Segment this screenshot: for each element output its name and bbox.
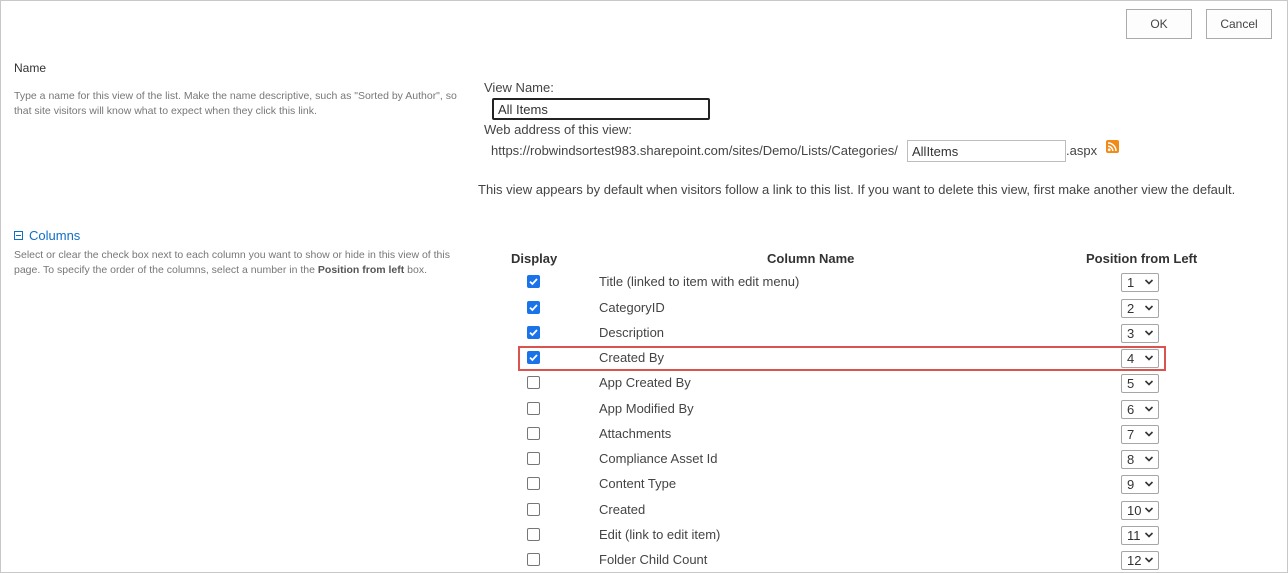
column-name: Attachments <box>599 426 672 441</box>
position-select-value: 3 <box>1127 326 1135 341</box>
position-select[interactable]: 9 <box>1121 475 1159 494</box>
position-select[interactable]: 1 <box>1121 273 1159 292</box>
display-checkbox[interactable] <box>527 503 540 516</box>
position-select[interactable]: 10 <box>1121 501 1159 520</box>
collapse-minus-icon[interactable] <box>14 231 23 240</box>
chevron-down-icon <box>1144 429 1154 439</box>
web-address-input[interactable]: AllItems <box>907 140 1066 162</box>
column-name: App Modified By <box>599 401 694 416</box>
display-checkbox[interactable] <box>527 553 540 566</box>
chevron-down-icon <box>1144 454 1154 464</box>
display-checkbox[interactable] <box>527 477 540 490</box>
header-position: Position from Left <box>1086 251 1198 266</box>
cancel-button[interactable]: Cancel <box>1206 9 1272 39</box>
display-checkbox[interactable] <box>527 275 540 288</box>
position-select-value: 10 <box>1127 503 1142 518</box>
position-select-value: 1 <box>1127 275 1135 290</box>
name-section-title: Name <box>14 61 47 75</box>
position-select-value: 11 <box>1127 528 1141 543</box>
web-address-input-value: AllItems <box>912 143 959 159</box>
name-section-description: Type a name for this view of the list. M… <box>14 90 457 117</box>
columns-section-description: Select or clear the check box next to ea… <box>14 248 459 278</box>
display-checkbox[interactable] <box>527 376 540 389</box>
column-name: Folder Child Count <box>599 552 708 567</box>
column-name: Created <box>599 502 646 517</box>
chevron-down-icon <box>1144 277 1154 287</box>
ok-button[interactable]: OK <box>1126 9 1192 39</box>
header-column-name: Column Name <box>767 251 855 266</box>
display-checkbox[interactable] <box>527 402 540 415</box>
highlight-box <box>518 346 1166 371</box>
column-name: Edit (link to edit item) <box>599 527 721 542</box>
chevron-down-icon <box>1144 404 1154 414</box>
columns-description-bold: Position from left <box>317 264 405 276</box>
position-select[interactable]: 2 <box>1121 299 1159 318</box>
position-select[interactable]: 5 <box>1121 374 1159 393</box>
column-name: Compliance Asset Id <box>599 451 718 466</box>
view-name-label: View Name: <box>484 80 554 95</box>
column-name: Title (linked to item with edit menu) <box>599 274 800 289</box>
chevron-down-icon <box>1144 479 1154 489</box>
column-name: Content Type <box>599 476 677 491</box>
display-checkbox[interactable] <box>527 326 540 339</box>
position-select[interactable]: 3 <box>1121 324 1159 343</box>
chevron-down-icon <box>1144 530 1154 540</box>
header-display: Display <box>511 251 558 266</box>
position-select-value: 12 <box>1127 553 1142 568</box>
position-select[interactable]: 7 <box>1121 425 1159 444</box>
position-select-value: 8 <box>1127 452 1135 467</box>
display-checkbox[interactable] <box>527 452 540 465</box>
column-name: Description <box>599 325 665 340</box>
position-select-value: 7 <box>1127 427 1135 442</box>
chevron-down-icon <box>1144 555 1154 565</box>
position-select[interactable]: 12 <box>1121 551 1159 570</box>
columns-section-title[interactable]: Columns <box>29 228 80 243</box>
chevron-down-icon <box>1144 505 1154 515</box>
position-select-value: 2 <box>1127 301 1135 316</box>
chevron-down-icon <box>1144 378 1154 388</box>
display-checkbox[interactable] <box>527 427 540 440</box>
web-address-prefix: https://robwindsortest983.sharepoint.com… <box>491 143 898 158</box>
web-address-suffix: .aspx <box>1066 143 1098 158</box>
view-name-input-value: All Items <box>498 101 548 117</box>
position-select[interactable]: 6 <box>1121 400 1159 419</box>
chevron-down-icon <box>1144 303 1154 313</box>
view-name-input[interactable]: All Items <box>492 98 710 120</box>
display-checkbox[interactable] <box>527 528 540 541</box>
column-name: CategoryID <box>599 300 665 315</box>
position-select[interactable]: 11 <box>1121 526 1159 545</box>
display-checkbox[interactable] <box>527 301 540 314</box>
chevron-down-icon <box>1144 328 1154 338</box>
web-address-label: Web address of this view: <box>484 122 632 137</box>
position-select-value: 9 <box>1127 477 1135 492</box>
column-name: App Created By <box>599 375 691 390</box>
rss-icon[interactable] <box>1106 140 1119 153</box>
default-view-note: This view appears by default when visito… <box>478 182 1236 197</box>
columns-description-end: box. <box>404 264 428 276</box>
position-select[interactable]: 8 <box>1121 450 1159 469</box>
position-select-value: 6 <box>1127 402 1135 417</box>
position-select-value: 5 <box>1127 376 1135 391</box>
